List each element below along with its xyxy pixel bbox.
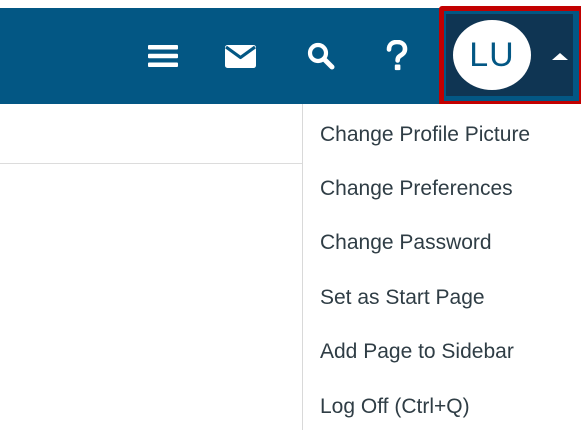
user-initials: LU	[469, 35, 515, 74]
content-divider	[0, 163, 303, 164]
menu-button[interactable]	[137, 8, 189, 104]
search-icon	[307, 42, 335, 70]
user-avatar[interactable]: LU	[453, 20, 531, 90]
menu-item-set-as-start-page[interactable]: Set as Start Page	[320, 278, 485, 318]
menu-item-log-off[interactable]: Log Off (Ctrl+Q)	[320, 387, 470, 427]
search-button[interactable]	[295, 8, 347, 104]
messages-button[interactable]	[214, 8, 266, 104]
menu-item-change-preferences[interactable]: Change Preferences	[320, 169, 513, 209]
hamburger-menu-icon	[148, 45, 178, 67]
envelope-icon	[224, 44, 256, 68]
menu-item-change-password[interactable]: Change Password	[320, 223, 492, 263]
help-question-icon	[386, 40, 408, 71]
menu-item-add-page-to-sidebar[interactable]: Add Page to Sidebar	[320, 332, 514, 372]
user-dropdown-menu: Change Profile Picture Change Preference…	[302, 104, 581, 430]
help-button[interactable]	[371, 8, 423, 104]
menu-item-change-profile-picture[interactable]: Change Profile Picture	[320, 115, 530, 155]
caret-up-icon[interactable]	[552, 53, 568, 60]
